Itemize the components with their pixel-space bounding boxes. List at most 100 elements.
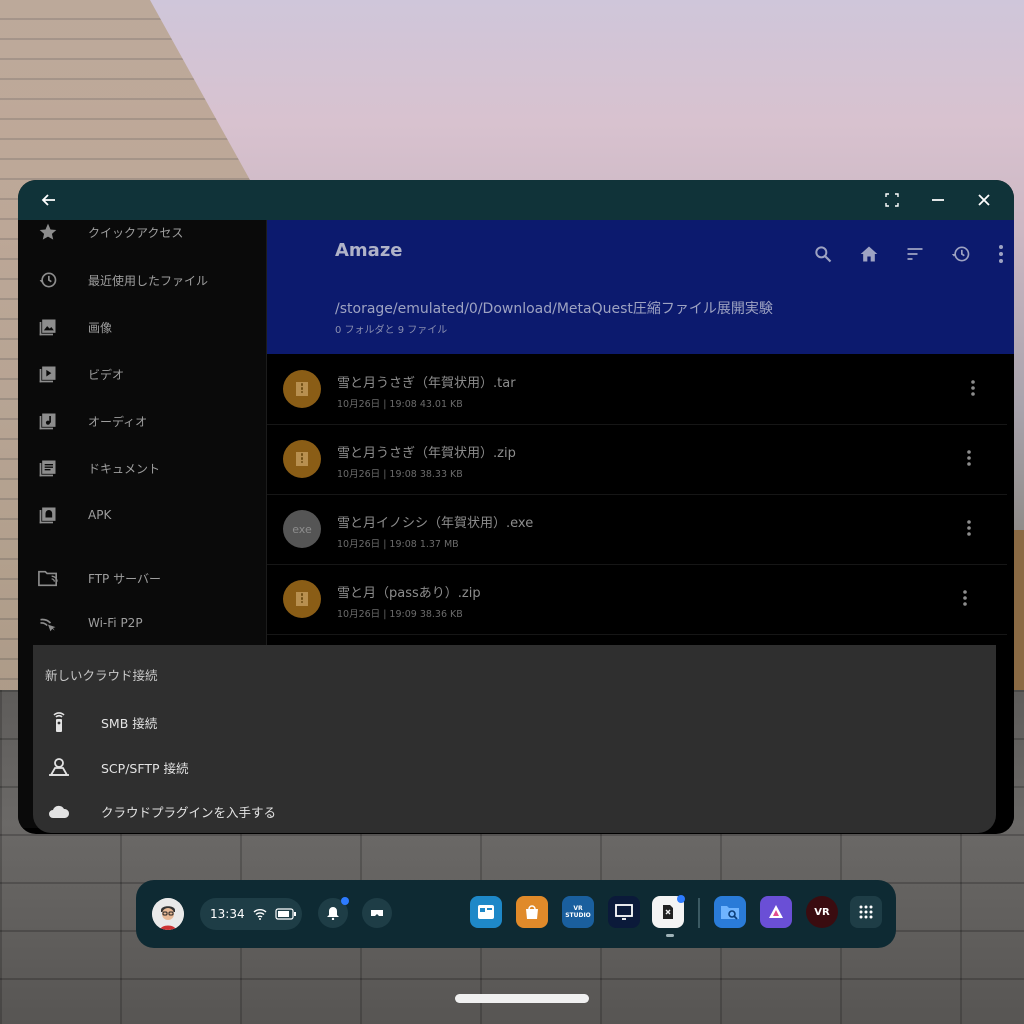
active-app-indicator — [666, 934, 674, 937]
sidebar-item-ftp[interactable]: FTP サーバー — [18, 556, 266, 600]
grid-icon — [859, 905, 873, 919]
more-vert-icon — [963, 590, 967, 606]
amaze-app-icon — [663, 905, 673, 919]
file-name: 雪と月（passあり）.zip — [337, 586, 481, 601]
sheet-item-label: SMB 接続 — [101, 715, 158, 731]
search-button[interactable] — [811, 242, 835, 266]
sort-button[interactable] — [903, 242, 927, 266]
file-menu-button[interactable] — [957, 446, 981, 470]
smb-connection-item[interactable]: SMB 接続 — [33, 702, 993, 742]
archive-icon — [283, 370, 321, 408]
minimize-button[interactable] — [926, 180, 950, 220]
system-taskbar: 13:34 VR STUDIO VR — [136, 880, 896, 948]
star-icon — [36, 220, 60, 244]
headset-button[interactable] — [362, 898, 392, 928]
folder-file-count: 0 フォルダと 9 ファイル — [335, 325, 448, 336]
file-menu-button[interactable] — [957, 516, 981, 540]
sidebar-item-label: FTP サーバー — [88, 571, 161, 586]
app-vr-station[interactable]: VR — [806, 896, 838, 928]
wifi-icon — [253, 909, 267, 920]
more-vert-icon — [971, 380, 975, 396]
cloud-connection-sheet: 新しいクラウド接続 SMB 接続 SCP/SFTP 接続 クラウドプラグインを入… — [33, 645, 996, 833]
sheet-title: 新しいクラウド接続 — [45, 668, 158, 683]
avatar[interactable] — [152, 898, 184, 930]
folder-search-icon — [721, 906, 739, 920]
file-name: 雪と月イノシシ（年賀状用）.exe — [337, 516, 534, 531]
sidebar-item-label: ビデオ — [88, 367, 125, 382]
sftp-connection-item[interactable]: SCP/SFTP 接続 — [33, 747, 993, 787]
sidebar-item-audio[interactable]: オーディオ — [18, 399, 266, 443]
audio-icon — [36, 409, 60, 433]
app-file-manager[interactable] — [652, 895, 685, 928]
file-row[interactable]: 雪と月うさぎ（年賀状用）.zip 10月26日 | 19:08 38.33 KB — [267, 424, 1007, 495]
user-avatar-icon — [152, 898, 184, 930]
notifications-button[interactable] — [318, 897, 349, 928]
file-row[interactable]: 雪と月うさぎ（年賀状用）.tar 10月26日 | 19:08 43.01 KB — [267, 354, 1007, 425]
file-meta: 10月26日 | 19:09 38.36 KB — [337, 609, 463, 620]
sort-icon — [907, 248, 923, 260]
close-icon — [978, 194, 990, 206]
vr-studio-label: VR STUDIO — [565, 905, 591, 919]
fullscreen-button[interactable] — [880, 180, 904, 220]
overflow-menu-button[interactable] — [989, 242, 1013, 266]
notification-badge — [677, 895, 685, 903]
current-path[interactable]: /storage/emulated/0/Download/MetaQuest圧縮… — [335, 298, 773, 318]
file-row[interactable]: exe 雪と月イノシシ（年賀状用）.exe 10月26日 | 19:08 1.3… — [267, 494, 1007, 565]
file-meta: 10月26日 | 19:08 38.33 KB — [337, 469, 463, 480]
window-drag-handle[interactable] — [455, 994, 589, 1003]
wifi-p2p-icon — [36, 611, 60, 635]
sidebar-item-label: 最近使用したファイル — [88, 273, 209, 288]
close-button[interactable] — [972, 180, 996, 220]
sheet-item-label: SCP/SFTP 接続 — [101, 760, 189, 776]
document-icon — [36, 456, 60, 480]
sidebar-item-apk[interactable]: APK — [18, 493, 266, 537]
file-menu-button[interactable] — [961, 376, 985, 400]
expand-icon — [885, 193, 899, 207]
app-title: Amaze — [335, 240, 403, 261]
app-browser[interactable] — [470, 896, 502, 928]
app-sidequest[interactable] — [760, 896, 792, 928]
video-icon — [36, 362, 60, 386]
triangle-app-icon — [769, 905, 783, 918]
sheet-item-label: クラウドプラグインを入手する — [101, 804, 277, 820]
app-store[interactable] — [516, 896, 548, 928]
notification-badge — [341, 897, 349, 905]
home-icon — [860, 246, 878, 262]
search-icon — [815, 246, 832, 263]
file-row[interactable]: 雪と月（passあり）.zip 10月26日 | 19:09 38.36 KB — [267, 564, 1007, 635]
sidebar-item-recent[interactable]: 最近使用したファイル — [18, 258, 266, 302]
arrow-left-icon — [41, 194, 55, 206]
app-library-button[interactable] — [850, 896, 882, 928]
cloud-icon — [47, 799, 71, 823]
sidebar-item-wifi-p2p[interactable]: Wi-Fi P2P — [18, 601, 266, 645]
sidebar-item-label: Wi-Fi P2P — [88, 616, 143, 630]
history-button[interactable] — [949, 242, 973, 266]
app-vr-studio[interactable]: VR STUDIO — [562, 896, 594, 928]
quick-settings-pill[interactable]: 13:34 — [200, 898, 302, 930]
monitor-icon — [615, 904, 633, 920]
app-files[interactable] — [714, 896, 746, 928]
taskbar-divider — [698, 898, 700, 928]
home-button[interactable] — [857, 242, 881, 266]
apk-icon — [36, 503, 60, 527]
sidebar-item-label: 画像 — [88, 320, 113, 335]
minimize-icon — [932, 199, 944, 201]
shopping-bag-icon — [526, 905, 538, 919]
clock: 13:34 — [210, 907, 245, 921]
battery-icon — [274, 908, 296, 920]
file-menu-button[interactable] — [953, 586, 977, 610]
file-name: 雪と月うさぎ（年賀状用）.tar — [337, 376, 516, 391]
get-cloud-plugin-item[interactable]: クラウドプラグインを入手する — [33, 791, 993, 831]
sftp-icon — [47, 755, 71, 779]
app-desktop-stream[interactable] — [608, 896, 640, 928]
archive-icon — [283, 580, 321, 618]
more-vert-icon — [967, 520, 971, 536]
sidebar-item-images[interactable]: 画像 — [18, 305, 266, 349]
sidebar-item-label: クイックアクセス — [88, 225, 184, 240]
sidebar-item-documents[interactable]: ドキュメント — [18, 446, 266, 490]
sidebar-item-quick-access[interactable]: クイックアクセス — [18, 210, 266, 254]
exe-icon: exe — [283, 510, 321, 548]
bell-icon — [327, 907, 339, 920]
history-icon — [951, 246, 970, 262]
sidebar-item-videos[interactable]: ビデオ — [18, 352, 266, 396]
